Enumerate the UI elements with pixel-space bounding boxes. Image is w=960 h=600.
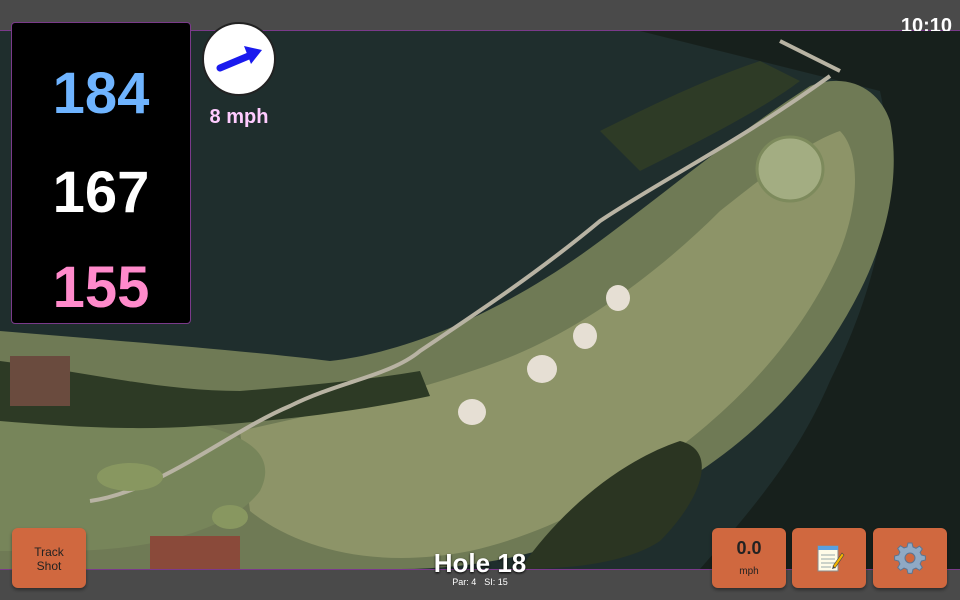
gear-icon [894, 542, 926, 574]
notes-button[interactable] [792, 528, 866, 588]
track-shot-button[interactable]: Track Shot [12, 528, 86, 588]
back-distance: 184 [52, 61, 150, 126]
hole-meta: Par: 4 SI: 15 [380, 577, 580, 587]
wind-direction-indicator [202, 22, 276, 96]
wind-speed-label: 8 mph [209, 106, 269, 128]
track-shot-label: Track Shot [34, 545, 64, 573]
wind-speed-value: 0.0 [736, 538, 762, 558]
distance-panel: 184 167 155 [11, 22, 191, 324]
hole-title: Hole 18 [433, 548, 527, 578]
par-label: Par: 4 [452, 577, 477, 587]
arrow-icon [216, 46, 262, 72]
wind-speed-unit: mph [739, 566, 759, 577]
middle-distance: 167 [52, 160, 150, 225]
settings-button[interactable] [873, 528, 947, 588]
front-distance: 155 [52, 255, 150, 320]
stroke-index-label: SI: 15 [484, 577, 508, 587]
notepad-icon [817, 545, 845, 572]
wind-speed-button[interactable]: 0.0 mph [712, 528, 786, 588]
